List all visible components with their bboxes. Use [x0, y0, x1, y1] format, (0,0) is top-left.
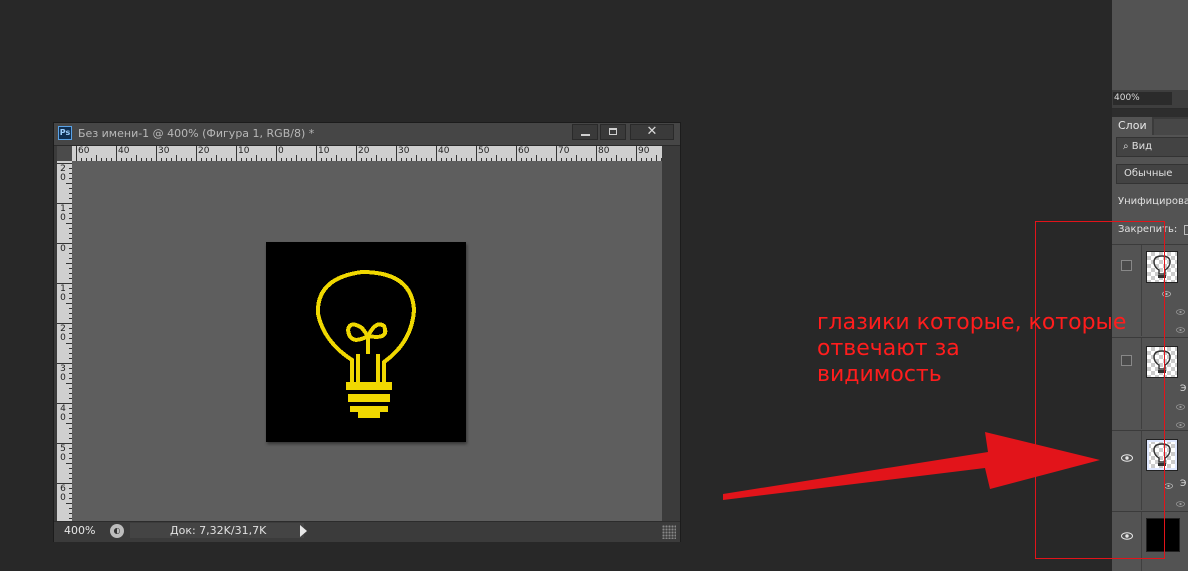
ruler-tick — [196, 146, 197, 161]
ruler-label: 0 — [278, 146, 284, 156]
ruler-label: 70 — [558, 146, 570, 156]
ruler-label: 20 — [198, 146, 210, 156]
ruler-label: 50 — [478, 146, 490, 156]
ruler-label: 50 — [60, 444, 66, 463]
ruler-tick — [516, 146, 517, 161]
ruler-label: 0 — [60, 244, 66, 254]
ruler-tick — [57, 323, 72, 324]
ruler-label: 10 — [60, 204, 66, 223]
ruler-label: 10 — [318, 146, 330, 156]
effect-eye-icon[interactable] — [1176, 404, 1185, 410]
ruler-tick — [396, 146, 397, 161]
annotation-highlight-box — [1035, 221, 1165, 559]
zoom-field[interactable]: 400% — [56, 523, 102, 538]
ruler-tick — [57, 483, 72, 484]
document-window: Ps Без имени-1 @ 400% (Фигура 1, RGB/8) … — [53, 122, 681, 542]
image-canvas[interactable] — [266, 242, 466, 442]
ruler-tick — [57, 163, 72, 164]
layer-filter-label: Вид — [1131, 141, 1153, 152]
status-menu-arrow-icon[interactable] — [300, 525, 307, 537]
ruler-label: 30 — [398, 146, 410, 156]
ruler-label: 20 — [60, 324, 66, 343]
close-icon: ✕ — [646, 124, 658, 139]
ruler-tick — [596, 146, 597, 161]
effect-eye-icon[interactable] — [1176, 422, 1185, 428]
ruler-tick — [556, 146, 557, 161]
ruler-tick — [76, 146, 77, 161]
navigator-zoom-field[interactable]: 400% — [1113, 92, 1172, 105]
ruler-tick — [236, 146, 237, 161]
ruler-label: 40 — [438, 146, 450, 156]
ruler-label: 60 — [60, 484, 66, 503]
effect-eye-icon[interactable] — [1164, 483, 1173, 489]
ruler-label: 60 — [518, 146, 530, 156]
photoshop-icon: Ps — [58, 126, 72, 140]
vertical-ruler[interactable]: 20 10 0 10 20 30 40 50 60 — [57, 161, 72, 521]
search-icon: ⌕ — [1123, 141, 1129, 152]
status-bar: 400% ◐ Док: 7,32K/31,7K — [54, 521, 680, 542]
effect-label: Э — [1180, 479, 1187, 489]
ruler-label: 10 — [238, 146, 250, 156]
maximize-icon — [609, 128, 617, 135]
unify-label: Унифицирова — [1118, 196, 1188, 207]
annotation-line: глазики которые, которые — [817, 310, 1127, 335]
panel-divider — [1112, 109, 1188, 117]
document-title: Без имени-1 @ 400% (Фигура 1, RGB/8) * — [78, 127, 315, 140]
maximize-button[interactable] — [600, 124, 626, 140]
tab-next[interactable] — [1154, 119, 1188, 135]
ruler-tick — [316, 146, 317, 161]
ruler-tick — [57, 363, 72, 364]
ruler-tick — [436, 146, 437, 161]
ruler-tick — [156, 146, 157, 161]
ruler-label: 40 — [60, 404, 66, 423]
ruler-tick — [356, 146, 357, 161]
ruler-tick — [636, 146, 637, 161]
ruler-label: 40 — [118, 146, 130, 156]
ruler-label: 90 — [638, 146, 650, 156]
horizontal-ruler[interactable]: 60 40 30 20 10 0 10 20 30 40 50 60 70 80 90 — [72, 146, 662, 161]
ruler-label: 20 — [358, 146, 370, 156]
close-button[interactable]: ✕ — [630, 124, 674, 140]
lock-transparency-checkbox[interactable] — [1184, 225, 1188, 235]
annotation-line: видимость — [817, 362, 942, 387]
ruler-tick — [276, 146, 277, 161]
navigator-zoom-row: 400% — [1112, 90, 1188, 109]
ruler-label: 20 — [60, 164, 66, 183]
tab-layers[interactable]: Слои — [1112, 117, 1152, 135]
ruler-label: 10 — [60, 284, 66, 303]
canvas-area[interactable] — [72, 161, 662, 521]
annotation-text: глазики которые, которые отвечают за вид… — [817, 310, 1177, 388]
minimize-button[interactable] — [572, 124, 598, 140]
ruler-label: 30 — [60, 364, 66, 383]
layer-filter-select[interactable]: ⌕ Вид — [1116, 137, 1188, 157]
ruler-label: 80 — [598, 146, 610, 156]
minimize-icon — [581, 134, 590, 136]
vertical-scrollbar[interactable] — [662, 146, 680, 521]
effect-label: Э — [1180, 384, 1187, 394]
ruler-label: 30 — [158, 146, 170, 156]
effect-eye-icon[interactable] — [1176, 327, 1185, 333]
layers-tab-bar: Слои — [1112, 117, 1188, 135]
document-title-bar[interactable]: Ps Без имени-1 @ 400% (Фигура 1, RGB/8) … — [54, 123, 680, 146]
ruler-tick — [116, 146, 117, 161]
ruler-tick — [57, 403, 72, 404]
ruler-origin[interactable] — [57, 146, 72, 161]
ruler-tick — [57, 203, 72, 204]
ruler-label: 60 — [78, 146, 90, 156]
ruler-tick — [57, 283, 72, 284]
blend-mode-select[interactable]: Обычные — [1116, 164, 1188, 184]
navigator-preview[interactable] — [1112, 0, 1188, 90]
document-size-info: Док: 7,32K/31,7K — [130, 523, 304, 538]
effect-eye-icon[interactable] — [1176, 309, 1185, 315]
annotation-line: отвечают за — [817, 336, 960, 361]
lightbulb-icon — [315, 269, 417, 418]
ruler-tick — [476, 146, 477, 161]
proof-icon[interactable]: ◐ — [110, 524, 124, 538]
effect-eye-icon[interactable] — [1176, 501, 1185, 507]
resize-grip-icon[interactable] — [662, 525, 676, 539]
ruler-tick — [57, 243, 72, 244]
ruler-tick — [57, 443, 72, 444]
